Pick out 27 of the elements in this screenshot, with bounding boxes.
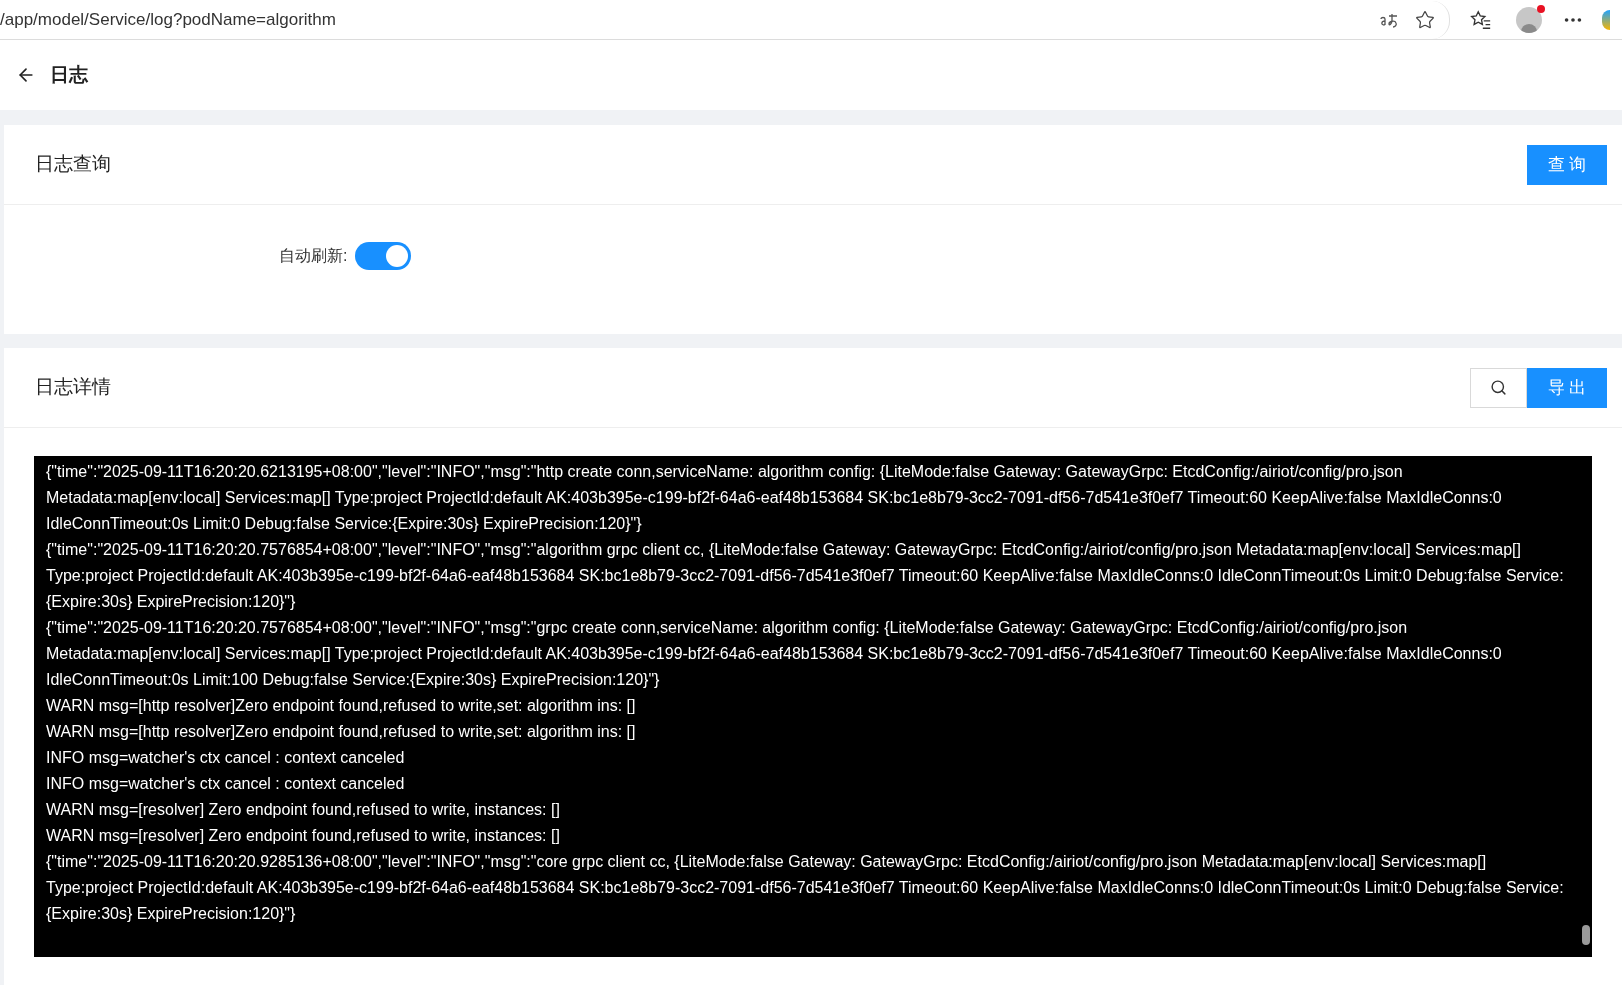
url-text: /app/model/Service/log?podName=algorithm <box>0 8 336 31</box>
search-icon <box>1490 379 1507 396</box>
log-line: INFO msg=watcher's ctx cancel : context canceled <box>46 748 406 768</box>
search-button[interactable] <box>1470 367 1527 408</box>
log-line: {"time":"2025-09-11T16:20:20.6213195+08:00","level":"INFO","msg":"http create conn,serviceName: algorithm config: {LiteMode:false Gateway: GatewayGrpc: EtcdConfig:/airiot/config/pro.json Metadata:map[env:local] Services:map[] Type:project ProjectId:default AK:403b395e-c199-bf2f-64a6-eaf48b153684 SK:bc1e8b79-3cc2-7091-df56-7d541e3f0ef7 Timeout:60 KeepAlive:false MaxIdleConns:0 IdleConnTimeout:0s Limit:0 Debug:false Service:{Expire:30s} ExpirePrecision:120}"} <box>46 462 1503 534</box>
address-field[interactable]: /app/model/Service/log?podName=algorithm <box>0 0 1450 39</box>
card-title: 日志详情 <box>35 375 111 400</box>
log-line: INFO msg=watcher's ctx cancel : context canceled <box>46 774 406 794</box>
profile-avatar[interactable] <box>1516 6 1542 33</box>
log-line: WARN msg=[resolver] Zero endpoint found,refused to write, instances: [] <box>46 800 561 820</box>
export-button[interactable]: 导 出 <box>1527 367 1607 408</box>
favorite-star-icon[interactable] <box>1415 9 1435 30</box>
log-line: {"time":"2025-09-11T16:20:20.9285136+08:00","level":"INFO","msg":"core grpc client cc, {LiteMode:false Gateway: GatewayGrpc: EtcdConfig:/airiot/config/pro.json Metadata:map[env:local] Services:map[] Type:project ProjectId:default AK:403b395e-c199-bf2f-64a6-eaf48b153684 SK:bc1e8b79-3cc2-7091-df56-7d541e3f0ef7 Timeout:60 KeepAlive:false MaxIdleConns:0 IdleConnTimeout:0s Limit:0 Debug:false Service:{Expire:30s} ExpirePrecision:120}"} <box>46 852 1565 924</box>
assistant-logo-icon[interactable] <box>1602 9 1610 30</box>
log-line: {"time":"2025-09-11T16:20:20.7576854+08:00","level":"INFO","msg":"grpc create conn,serviceName: algorithm config: {LiteMode:false Gateway: GatewayGrpc: EtcdConfig:/airiot/config/pro.json Metadata:map[env:local] Services:map[] Type:project ProjectId:default AK:403b395e-c199-bf2f-64a6-eaf48b153684 SK:bc1e8b79-3cc2-7091-df56-7d541e3f0ef7 Timeout:60 KeepAlive:false MaxIdleConns:0 IdleConnTimeout:0s Limit:100 Debug:false Service:{Expire:30s} ExpirePrecision:120}"} <box>46 618 1503 690</box>
scrollbar-thumb[interactable] <box>1582 925 1590 945</box>
log-line: WARN msg=[resolver] Zero endpoint found,refused to write, instances: [] <box>46 826 561 846</box>
auto-refresh-switch[interactable] <box>355 242 412 270</box>
auto-refresh-label: 自动刷新: <box>279 246 348 266</box>
log-line: WARN msg=[http resolver]Zero endpoint found,refused to write,set: algorithm ins: [] <box>46 696 637 716</box>
query-button[interactable]: 查 询 <box>1527 144 1607 185</box>
translate-icon[interactable] <box>1379 11 1399 28</box>
card-title: 日志查询 <box>35 152 111 177</box>
log-line: {"time":"2025-09-11T16:20:20.7576854+08:00","level":"INFO","msg":"algorithm grpc client cc, {LiteMode:false Gateway: GatewayGrpc: EtcdConfig:/airiot/config/pro.json Metadata:map[env:local] Services:map[] Type:project ProjectId:default AK:403b395e-c199-bf2f-64a6-eaf48b153684 SK:bc1e8b79-3cc2-7091-df56-7d541e3f0ef7 Timeout:60 KeepAlive:false MaxIdleConns:0 IdleConnTimeout:0s Limit:0 Debug:false Service:{Expire:30s} ExpirePrecision:120}"} <box>46 540 1565 612</box>
favorites-list-icon[interactable] <box>1470 8 1492 31</box>
log-line: WARN msg=[http resolver]Zero endpoint found,refused to write,set: algorithm ins: [] <box>46 722 637 742</box>
page-title: 日志 <box>50 62 88 87</box>
